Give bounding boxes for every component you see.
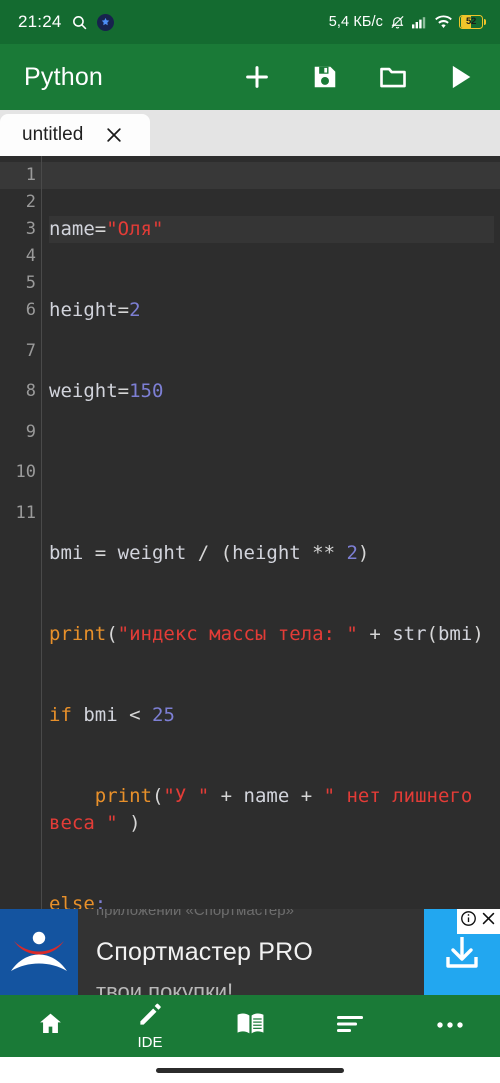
wifi-icon (435, 15, 452, 29)
line-number: 5 (25, 273, 36, 293)
line-number: 11 (15, 503, 36, 523)
code-line-2: height=2 (49, 299, 141, 321)
ad-install-button[interactable] (424, 909, 500, 995)
code-line-5: bmi = weight / (height ** 2) (49, 542, 370, 564)
open-folder-button[interactable] (376, 60, 410, 94)
line-number: 4 (25, 246, 36, 266)
nav-more[interactable] (400, 995, 500, 1057)
lines-icon (336, 1013, 364, 1040)
gesture-navigation-bar (0, 1057, 500, 1083)
bell-muted-icon (390, 14, 405, 30)
line-number: 9 (25, 422, 36, 442)
line-number-gutter: 1 2 3 4 5 6 7 8 9 10 11 (0, 156, 42, 909)
data-speed: 5,4 КБ/с (328, 14, 383, 30)
save-file-button[interactable] (308, 60, 342, 94)
line-number: 1 (25, 165, 36, 185)
tab-label: untitled (22, 124, 84, 145)
nav-ide[interactable]: IDE (100, 995, 200, 1057)
code-line-9: else: (49, 893, 107, 909)
line-number: 6 (25, 300, 36, 320)
status-bar: 21:24 5,4 КБ/с 52 (0, 0, 500, 44)
line-number: 2 (25, 192, 36, 212)
run-button[interactable] (444, 60, 478, 94)
status-bar-right: 5,4 КБ/с 52 (329, 14, 486, 30)
search-icon[interactable] (71, 14, 88, 31)
app-bar: Python (0, 44, 500, 110)
cellular-signal-icon (412, 15, 428, 29)
code-line-6: print("индекс массы тела: " + str(bmi) (49, 623, 484, 645)
close-icon[interactable] (480, 910, 497, 932)
ad-title: Спортмастер PRO (96, 937, 313, 966)
code-line-7: if bmi < 25 (49, 704, 175, 726)
ad-meta (457, 909, 500, 934)
sportmaster-logo (0, 909, 78, 995)
line-number: 8 (25, 381, 36, 401)
app-notification-icon (96, 13, 114, 31)
nav-home[interactable] (0, 995, 100, 1057)
bottom-navigation: IDE (0, 995, 500, 1057)
line-number: 10 (15, 462, 36, 482)
status-bar-left: 21:24 (18, 12, 114, 32)
line-number: 3 (25, 219, 36, 239)
home-icon (37, 1010, 64, 1042)
code-content[interactable]: name="Оля" height=2 weight=150 bmi = wei… (42, 156, 500, 909)
tab-untitled[interactable]: untitled (0, 114, 150, 156)
code-line-3: weight=150 (49, 380, 164, 402)
ad-body: приложении «Спортмастер» Спортмастер PRO… (78, 909, 424, 995)
download-icon (446, 937, 478, 968)
code-editor[interactable]: 1 2 3 4 5 6 7 8 9 10 11 name="Оля" heigh… (0, 156, 500, 909)
pencil-icon (137, 1001, 164, 1033)
app-title: Python (24, 62, 104, 91)
more-horizontal-icon (436, 1017, 464, 1035)
nav-list[interactable] (300, 995, 400, 1057)
battery-level: 52 (466, 16, 476, 28)
status-time: 21:24 (18, 12, 62, 31)
new-file-button[interactable] (240, 60, 274, 94)
ad-bottom-text: твои покупки! (96, 979, 234, 995)
book-icon (236, 1010, 265, 1042)
code-line-8: print("У " + name + " нет лишнего веса "… (49, 785, 484, 834)
nav-ide-label: IDE (137, 1034, 163, 1051)
gesture-pill[interactable] (156, 1067, 344, 1073)
code-line-1: name="Оля" (49, 216, 494, 243)
close-icon[interactable] (103, 124, 125, 146)
ad-top-text: приложении «Спортмастер» (96, 909, 294, 919)
ad-banner[interactable]: приложении «Спортмастер» Спортмастер PRO… (0, 909, 500, 995)
tab-bar: untitled (0, 110, 500, 156)
battery-indicator: 52 (459, 15, 486, 30)
nav-learn[interactable] (200, 995, 300, 1057)
info-icon[interactable] (460, 910, 477, 932)
line-number: 7 (25, 341, 36, 361)
python-ide-app: 21:24 5,4 КБ/с 52 Python untitled 1 2 3 … (0, 0, 500, 1083)
app-bar-actions (240, 60, 478, 94)
